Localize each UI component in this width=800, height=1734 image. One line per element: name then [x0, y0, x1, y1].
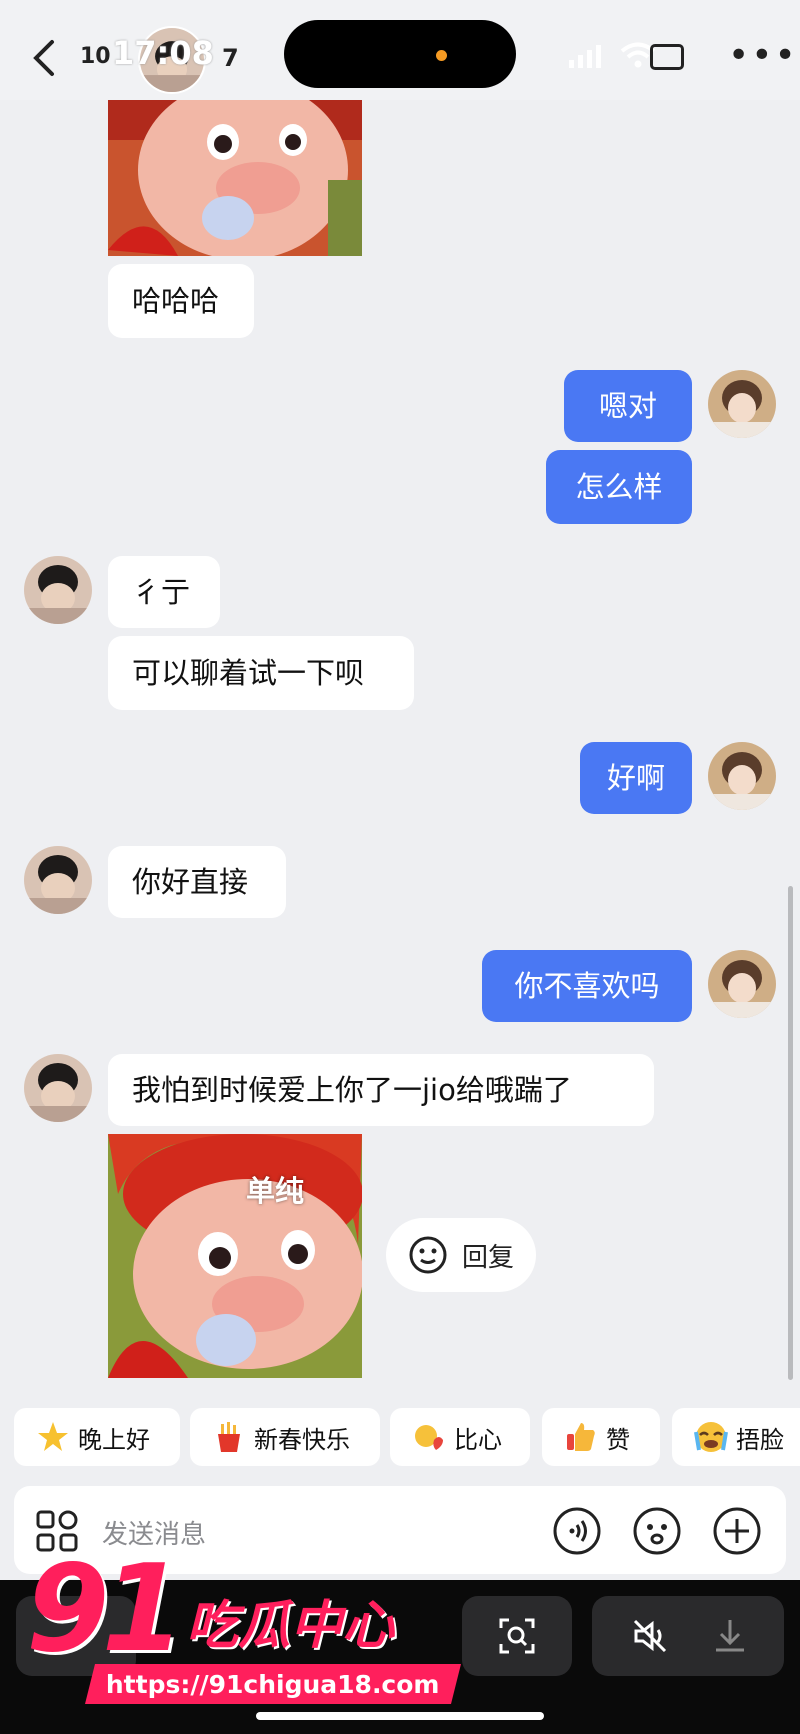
sticker-caption: 单纯 [246, 1174, 305, 1208]
message-text: 我怕到时候爱上你了一jio给哦踹了 [132, 1072, 572, 1107]
message-text: 你好直接 [132, 864, 249, 899]
scan-search-icon [499, 1618, 535, 1654]
message-text: 怎么样 [575, 469, 663, 504]
outgoing-message[interactable]: 嗯对 [564, 370, 692, 442]
quick-reply-chip[interactable]: 捂脸 [672, 1408, 800, 1466]
back-chevron-icon[interactable] [28, 38, 62, 78]
voice-icon[interactable] [552, 1506, 602, 1556]
scan-button[interactable] [462, 1596, 572, 1676]
message-text: 嗯对 [598, 388, 657, 423]
quick-reply-chip[interactable]: 比心 [390, 1408, 530, 1466]
quick-reply-chip[interactable]: 晚上好 [14, 1408, 180, 1466]
chip-label: 捂脸 [736, 1425, 784, 1454]
contact-avatar[interactable] [24, 556, 92, 624]
fries-emoji-icon [218, 1422, 240, 1452]
reply-label: 回复 [462, 1242, 515, 1273]
emoji-icon[interactable] [632, 1506, 682, 1556]
quick-reply-chip[interactable]: 新春快乐 [190, 1408, 380, 1466]
watermark-url: https://91chigua18.com [85, 1664, 461, 1704]
incoming-message[interactable]: 可以聊着试一下呗 [108, 636, 414, 710]
chip-label: 晚上好 [78, 1425, 150, 1454]
outgoing-message[interactable]: 好啊 [580, 742, 692, 814]
signal-icon [569, 45, 601, 68]
scrollbar[interactable] [788, 886, 793, 1380]
message-text: 你不喜欢吗 [514, 968, 660, 1003]
my-avatar[interactable] [708, 370, 776, 438]
incoming-message[interactable]: 哈哈哈 [108, 264, 254, 338]
reply-button[interactable]: 回复 [386, 1218, 536, 1292]
chip-label: 新春快乐 [254, 1425, 350, 1454]
dynamic-island [284, 20, 516, 88]
plus-icon[interactable] [712, 1506, 762, 1556]
incoming-message[interactable]: 我怕到时候爱上你了一jio给哦踹了 [108, 1054, 654, 1126]
download-icon[interactable] [710, 1616, 750, 1656]
home-indicator [256, 1712, 544, 1720]
watermark-url-text: https://91chigua18.com [106, 1669, 440, 1699]
my-avatar[interactable] [708, 950, 776, 1018]
incoming-message[interactable]: 彳亍 [108, 556, 220, 628]
battery-icon [650, 44, 684, 70]
status-time: 17:08 [112, 34, 214, 72]
outgoing-message[interactable]: 怎么样 [546, 450, 692, 524]
mute-icon[interactable] [630, 1616, 670, 1656]
message-text: 可以聊着试一下呗 [132, 655, 365, 690]
facepalm-emoji-icon [694, 1422, 728, 1452]
sticker-image[interactable]: 单纯 [108, 1134, 362, 1378]
thumbs-up-emoji-icon [567, 1423, 595, 1451]
contact-avatar[interactable] [24, 846, 92, 914]
chip-label: 赞 [606, 1425, 630, 1454]
contact-avatar[interactable] [24, 1054, 92, 1122]
message-text: 哈哈哈 [132, 283, 220, 318]
mic-indicator-icon [436, 50, 447, 61]
watermark-number: 91 [26, 1540, 185, 1679]
my-avatar[interactable] [708, 742, 776, 810]
message-text: 好啊 [606, 760, 665, 795]
audio-download-group [592, 1596, 784, 1676]
member-count: 7 [222, 44, 239, 72]
heart-hands-emoji-icon [415, 1425, 443, 1450]
watermark-name: 吃瓜中心 [186, 1596, 395, 1656]
star-emoji-icon [38, 1422, 68, 1451]
outgoing-message[interactable]: 你不喜欢吗 [482, 950, 692, 1022]
message-text: 彳亍 [132, 574, 191, 609]
chip-label: 比心 [454, 1425, 502, 1454]
quick-reply-chip[interactable]: 赞 [542, 1408, 660, 1466]
unread-count: 10 [80, 44, 111, 69]
more-dots-icon[interactable]: ••• [728, 38, 798, 74]
sticker-image[interactable] [108, 100, 362, 256]
incoming-message[interactable]: 你好直接 [108, 846, 286, 918]
smiley-icon [409, 1236, 447, 1274]
